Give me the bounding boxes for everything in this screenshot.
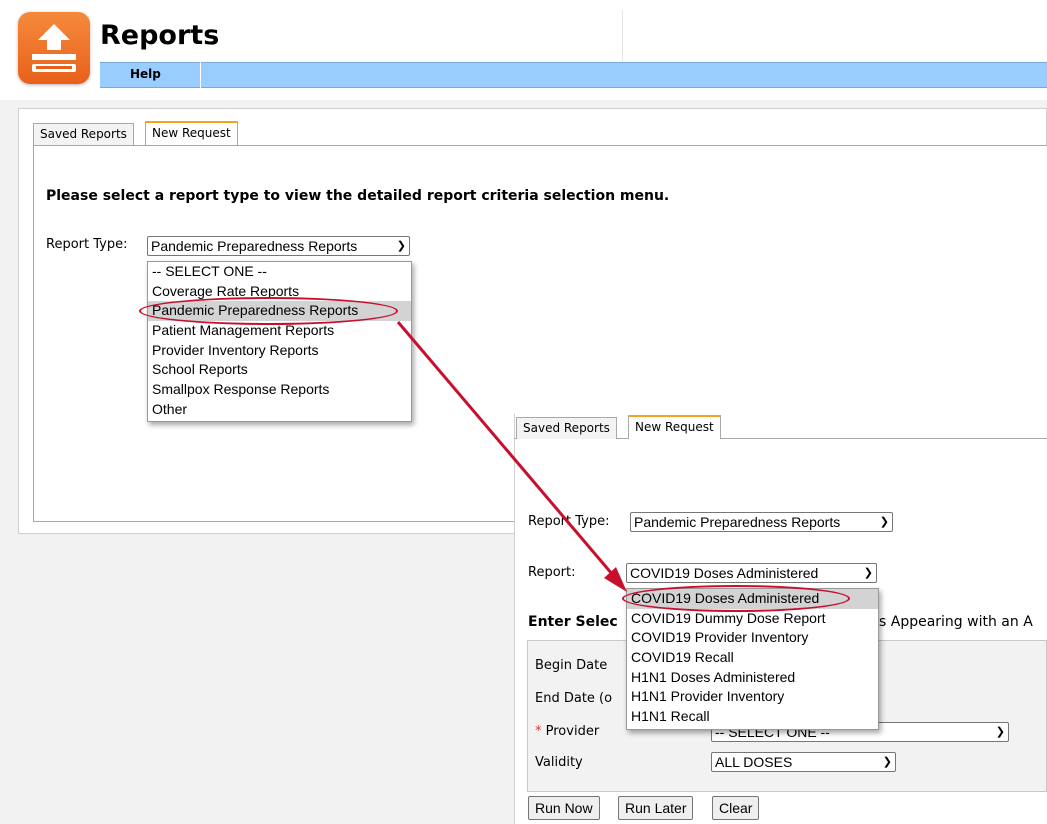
annotation-arrow-icon <box>396 321 627 592</box>
